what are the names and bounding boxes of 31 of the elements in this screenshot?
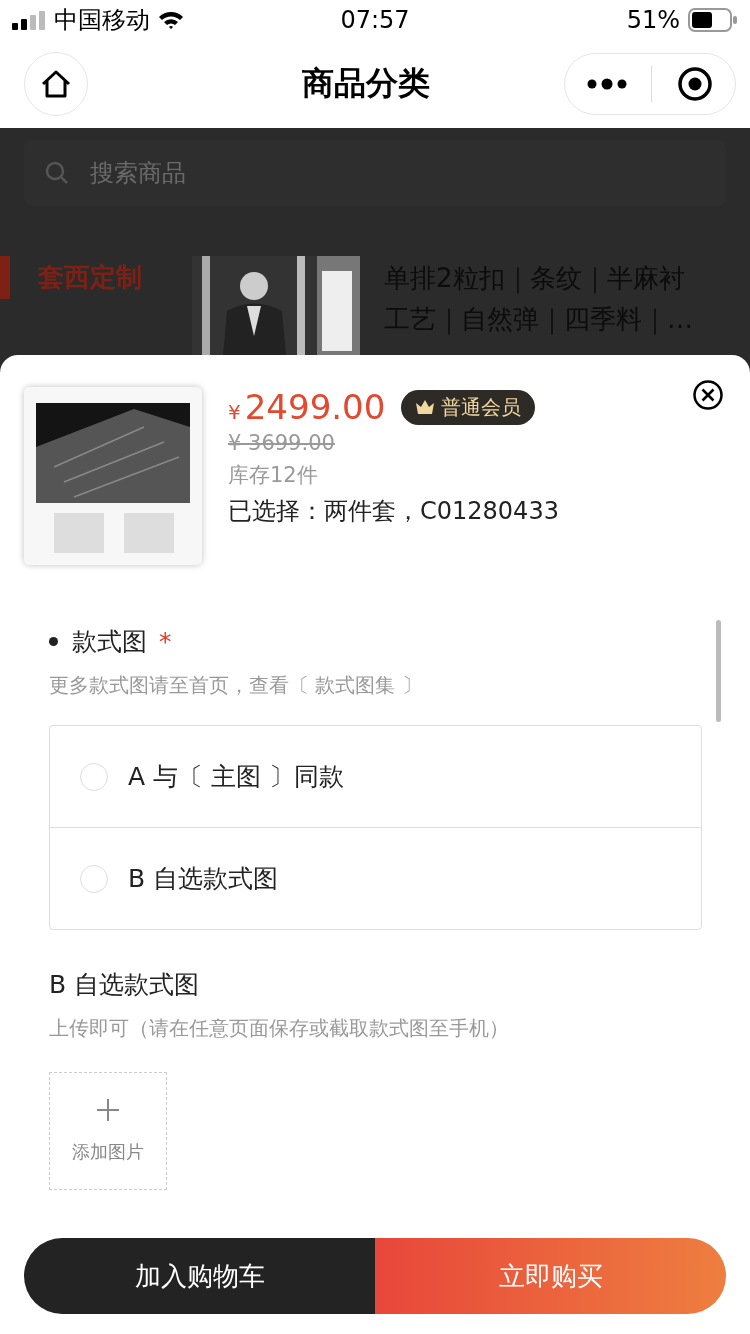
battery-percent: 51% <box>626 6 680 34</box>
radio-option[interactable]: B 自选款式图 <box>50 827 701 929</box>
bullet-icon <box>49 637 58 646</box>
plus-icon <box>96 1098 120 1122</box>
stock-count: 库存12件 <box>228 462 319 489</box>
selected-spec: 已选择：两件套，C01280433 <box>228 496 559 527</box>
close-target-icon[interactable] <box>676 66 713 102</box>
option-label: A 与〔 主图 〕同款 <box>128 761 344 793</box>
search-input[interactable]: 搜索商品 <box>88 158 392 188</box>
buy-now-button[interactable]: 立即购买 <box>375 1238 726 1314</box>
clock-time: 07:57 <box>340 6 410 34</box>
section-title: 款式图 <box>72 626 147 658</box>
carrier-name: 中国移动 <box>54 5 150 36</box>
required-mark: * <box>159 627 172 656</box>
add-image-button[interactable]: 添加图片 <box>49 1072 167 1190</box>
add-to-cart-button[interactable]: 加入购物车 <box>24 1238 375 1314</box>
member-badge: 普通会员 <box>401 389 536 425</box>
section-title: B 自选款式图 <box>49 969 201 1001</box>
radio-option[interactable]: A 与〔 主图 〕同款 <box>50 726 701 827</box>
more-icon[interactable] <box>587 78 628 90</box>
section-hint: 更多款式图请至首页，查看〔 款式图集 〕 <box>49 672 423 699</box>
option-label: B 自选款式图 <box>128 863 279 895</box>
price: ¥2499.00 <box>228 387 386 427</box>
page-title: 商品分类 <box>302 63 430 104</box>
battery-icon <box>688 8 738 32</box>
signal-icon <box>12 10 46 30</box>
search-icon <box>44 160 70 186</box>
close-icon[interactable] <box>692 379 724 411</box>
section-hint: 上传即可（请在任意页面保存或截取款式图至手机） <box>49 1015 510 1042</box>
wifi-icon <box>158 10 184 30</box>
original-price: ¥ 3699.00 <box>228 431 336 455</box>
